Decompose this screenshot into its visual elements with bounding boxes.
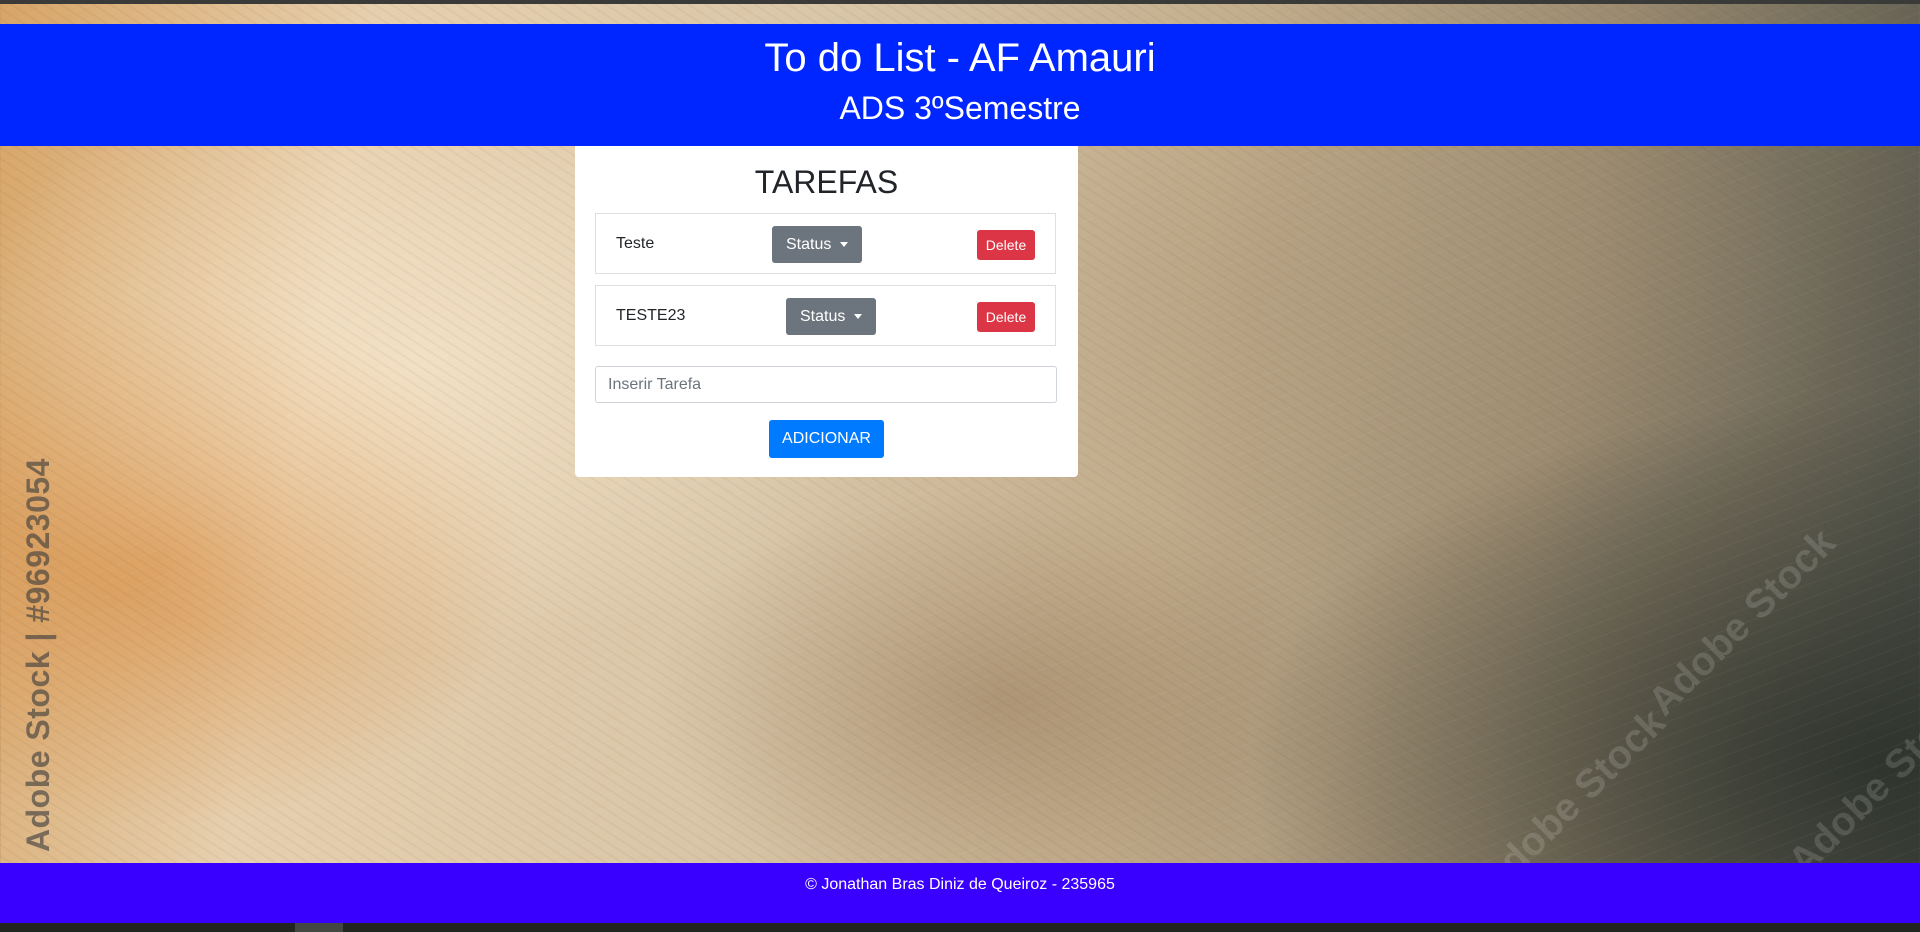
taskbar-active-app[interactable] — [295, 923, 343, 932]
page-title: To do List - AF Amauri — [764, 36, 1156, 80]
footer-copyright: © Jonathan Bras Diniz de Queiroz - 23596… — [805, 876, 1115, 893]
os-taskbar — [0, 923, 1920, 932]
task-row: TESTE23 Status Delete — [595, 285, 1056, 346]
task-name: TESTE23 — [616, 307, 686, 324]
task-name: Teste — [616, 235, 655, 252]
status-dropdown-button[interactable]: Status — [786, 298, 877, 335]
stock-watermark-diagonal: Adobe Stock — [1779, 680, 1920, 885]
caret-down-icon — [854, 314, 863, 319]
status-dropdown-button[interactable]: Status — [772, 226, 863, 263]
tasks-card: TAREFAS Teste Status Delete TESTE23 Stat… — [575, 146, 1078, 477]
tasks-title: TAREFAS — [754, 164, 899, 200]
add-task-button[interactable]: ADICIONAR — [769, 420, 884, 458]
page-header: To do List - AF Amauri ADS 3ºSemestre — [0, 24, 1920, 146]
stock-watermark-diagonal: Adobe Stock — [1639, 520, 1844, 725]
status-button-label: Status — [786, 236, 832, 253]
caret-down-icon — [840, 242, 849, 247]
page-footer: © Jonathan Bras Diniz de Queiroz - 23596… — [0, 863, 1920, 923]
status-button-label: Status — [800, 308, 846, 325]
task-row: Teste Status Delete — [595, 213, 1056, 274]
page-subtitle: ADS 3ºSemestre — [839, 90, 1081, 126]
browser-top-strip — [0, 0, 1920, 4]
stock-watermark-vertical: Adobe Stock | #96923054 — [20, 458, 56, 852]
delete-button[interactable]: Delete — [977, 230, 1035, 260]
task-input[interactable] — [595, 366, 1057, 403]
delete-button[interactable]: Delete — [977, 302, 1035, 332]
